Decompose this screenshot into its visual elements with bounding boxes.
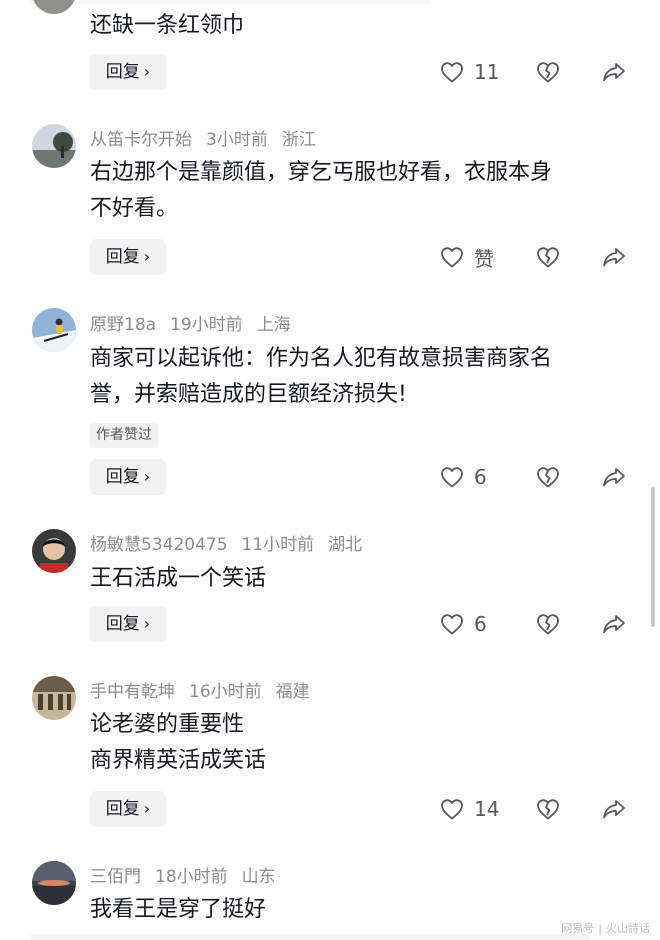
share-button[interactable] bbox=[602, 791, 628, 827]
avatar[interactable] bbox=[32, 861, 76, 905]
reply-label: 回复 bbox=[105, 247, 140, 267]
share-arrow-icon bbox=[603, 800, 625, 819]
top-divider bbox=[30, 0, 430, 4]
timestamp: 3小时前 bbox=[206, 130, 268, 150]
comment-line: 商家可以起诉他：作为名人犯有故意损害商家名 bbox=[90, 346, 553, 371]
heart-icon bbox=[441, 467, 463, 488]
like-count: 赞 bbox=[474, 246, 494, 271]
username[interactable]: 三佰門 bbox=[90, 867, 141, 887]
reply-button[interactable]: 回复 › bbox=[90, 239, 166, 275]
heart-icon bbox=[441, 62, 463, 83]
like-count: 6 bbox=[474, 465, 487, 489]
username[interactable]: 杨敏慧53420475 bbox=[90, 535, 228, 555]
avatar[interactable] bbox=[32, 529, 76, 573]
share-arrow-icon bbox=[603, 615, 625, 634]
comment-line: 我看王是穿了挺好 bbox=[90, 897, 267, 922]
broken-heart-icon bbox=[537, 614, 559, 635]
chevron-right-icon: › bbox=[143, 799, 151, 818]
location: 湖北 bbox=[328, 535, 363, 555]
heart-icon bbox=[441, 799, 463, 820]
share-arrow-icon bbox=[603, 468, 625, 487]
comment-line: 不好看。 bbox=[90, 196, 179, 221]
chevron-right-icon: › bbox=[143, 62, 151, 81]
broken-heart-icon bbox=[537, 62, 559, 83]
comment-meta: 杨敏慧53420475 11小时前 湖北 bbox=[90, 530, 362, 555]
scrollbar[interactable] bbox=[651, 487, 655, 627]
dislike-button[interactable] bbox=[536, 54, 562, 90]
reply-label: 回复 bbox=[105, 62, 140, 82]
reply-label: 回复 bbox=[105, 467, 140, 487]
location: 福建 bbox=[275, 682, 310, 702]
broken-heart-icon bbox=[537, 467, 559, 488]
comment-text: 论老婆的重要性 商界精英活成笑话 bbox=[90, 707, 635, 779]
location: 浙江 bbox=[281, 130, 316, 150]
broken-heart-icon bbox=[537, 247, 559, 268]
bottom-divider bbox=[30, 934, 590, 940]
share-button[interactable] bbox=[602, 239, 628, 275]
comment-meta: 手中有乾坤 16小时前 福建 bbox=[90, 677, 310, 702]
location: 上海 bbox=[256, 315, 291, 335]
chevron-right-icon: › bbox=[143, 247, 151, 266]
timestamp: 11小时前 bbox=[241, 535, 315, 555]
like-button[interactable]: 11 bbox=[440, 54, 499, 90]
comment-line: 还缺一条红领巾 bbox=[90, 13, 245, 38]
reply-button[interactable]: 回复 › bbox=[90, 459, 166, 495]
like-count: 6 bbox=[474, 612, 487, 636]
comment-line: 商界精英活成笑话 bbox=[90, 748, 267, 773]
username[interactable]: 原野18a bbox=[90, 315, 156, 335]
heart-icon bbox=[441, 614, 463, 635]
like-button[interactable]: 14 bbox=[440, 791, 499, 827]
like-button[interactable]: 6 bbox=[440, 459, 487, 495]
chevron-right-icon: › bbox=[143, 467, 151, 486]
timestamp: 18小时前 bbox=[155, 867, 228, 887]
location: 山东 bbox=[241, 867, 276, 887]
comment-text: 还缺一条红领巾 bbox=[90, 8, 635, 44]
watermark: 网易号 | 火山詩话 bbox=[561, 922, 650, 935]
like-button[interactable]: 赞 bbox=[440, 239, 494, 275]
heart-icon bbox=[441, 247, 463, 268]
comment-line: 论老婆的重要性 bbox=[90, 712, 245, 737]
reply-label: 回复 bbox=[105, 799, 140, 819]
share-arrow-icon bbox=[603, 63, 625, 82]
watermark-author: 火山詩话 bbox=[606, 922, 650, 935]
chevron-right-icon: › bbox=[143, 614, 151, 633]
like-count: 14 bbox=[474, 797, 500, 821]
like-button[interactable]: 6 bbox=[440, 606, 487, 642]
comment-meta: 原野18a 19小时前 上海 bbox=[90, 310, 291, 335]
comment-meta: 三佰門 18小时前 山东 bbox=[90, 862, 276, 887]
author-liked-badge: 作者赞过 bbox=[90, 423, 158, 448]
dislike-button[interactable] bbox=[536, 606, 562, 642]
reply-button[interactable]: 回复 › bbox=[90, 791, 166, 827]
avatar[interactable] bbox=[32, 676, 76, 720]
comment-line: 右边那个是靠颜值，穿乞丐服也好看，衣服本身 bbox=[90, 160, 553, 185]
comment-text: 右边那个是靠颜值，穿乞丐服也好看，衣服本身 不好看。 bbox=[90, 155, 635, 227]
comment-meta: 从笛卡尔开始 3小时前 浙江 bbox=[90, 125, 316, 150]
comment-text: 王石活成一个笑话 bbox=[90, 561, 635, 597]
username[interactable]: 手中有乾坤 bbox=[90, 682, 175, 702]
reply-button[interactable]: 回复 › bbox=[90, 606, 166, 642]
reply-label: 回复 bbox=[105, 614, 140, 634]
share-button[interactable] bbox=[602, 459, 628, 495]
share-arrow-icon bbox=[603, 248, 625, 267]
share-button[interactable] bbox=[602, 54, 628, 90]
comment-line: 王石活成一个笑话 bbox=[90, 566, 267, 591]
comment-line: 誉，并索赔造成的巨额经济损失! bbox=[90, 382, 407, 407]
timestamp: 19小时前 bbox=[170, 315, 243, 335]
dislike-button[interactable] bbox=[536, 239, 562, 275]
avatar[interactable] bbox=[32, 124, 76, 168]
username[interactable]: 从笛卡尔开始 bbox=[90, 130, 192, 150]
reply-button[interactable]: 回复 › bbox=[90, 54, 166, 90]
avatar[interactable] bbox=[32, 0, 76, 14]
like-count: 11 bbox=[474, 60, 500, 84]
watermark-source: 网易号 bbox=[561, 922, 595, 935]
comment-text: 我看王是穿了挺好 bbox=[90, 892, 635, 928]
dislike-button[interactable] bbox=[536, 459, 562, 495]
share-button[interactable] bbox=[602, 606, 628, 642]
dislike-button[interactable] bbox=[536, 791, 562, 827]
comment-text: 商家可以起诉他：作为名人犯有故意损害商家名 誉，并索赔造成的巨额经济损失! bbox=[90, 341, 635, 413]
timestamp: 16小时前 bbox=[189, 682, 262, 702]
broken-heart-icon bbox=[537, 799, 559, 820]
avatar[interactable] bbox=[32, 308, 76, 352]
